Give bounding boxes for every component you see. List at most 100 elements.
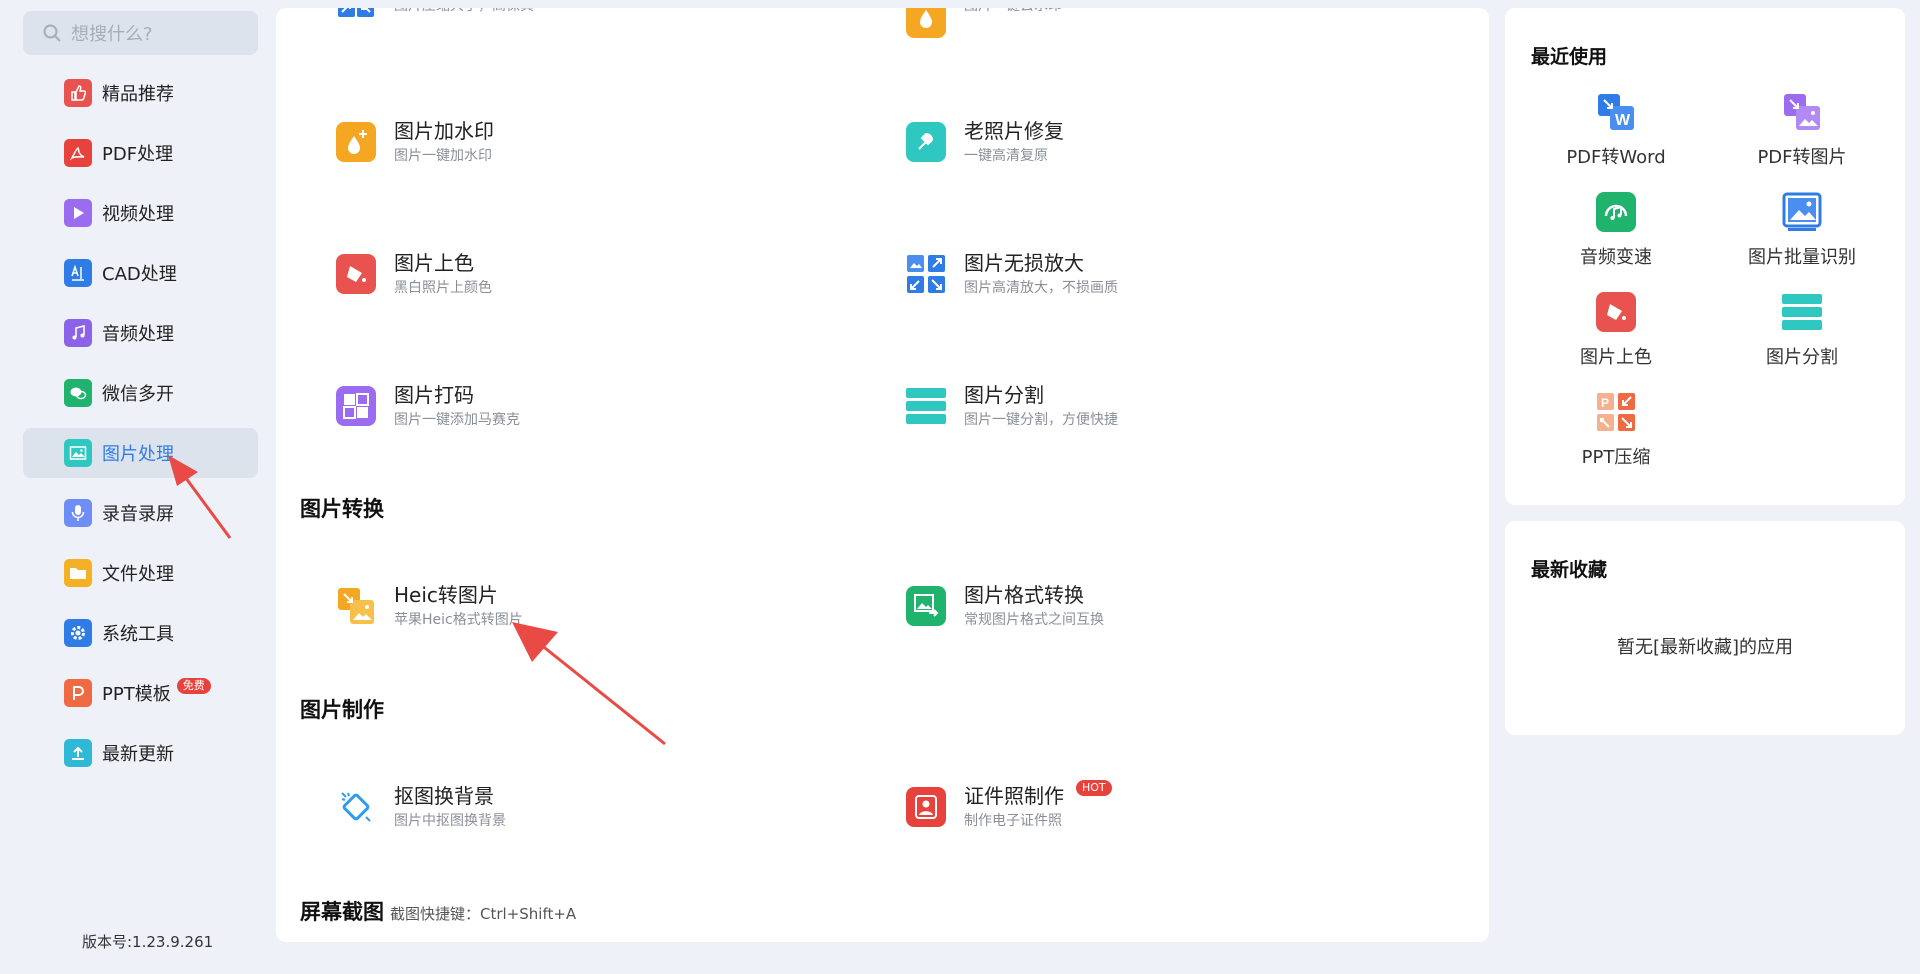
- tool-desc: 图片压缩大小，高保真: [394, 8, 534, 16]
- split-icon: [1782, 292, 1822, 332]
- recent-panel: 最近使用 W PDF转Word PDF转图片 音频变速 图片批量识别 图片上色: [1505, 8, 1905, 505]
- sidebar-item-file[interactable]: 文件处理: [23, 548, 258, 598]
- tool-desc: 图片中抠图换背景: [394, 813, 506, 829]
- sidebar-item-featured[interactable]: 精品推荐: [23, 68, 258, 118]
- recent-item-image-recognize[interactable]: 图片批量识别: [1712, 192, 1892, 269]
- pdf-to-image-icon: [1782, 92, 1822, 132]
- section-title-screenshot: 屏幕截图 截图快捷键：Ctrl+Shift+A: [300, 896, 576, 926]
- recent-title: 最近使用: [1531, 46, 1608, 68]
- sidebar-item-ppt[interactable]: PPT模板 免费: [23, 668, 258, 718]
- sidebar-item-wechat[interactable]: 微信多开: [23, 368, 258, 418]
- tool-id-photo[interactable]: 证件照制作 HOT 制作电子证件照: [906, 780, 1426, 847]
- recent-item-colorize[interactable]: 图片上色: [1526, 292, 1706, 369]
- section-title-convert: 图片转换: [300, 497, 384, 521]
- tool-image-compress[interactable]: 图片压缩大小，高保真: [336, 8, 856, 58]
- search-input[interactable]: 想搜什么?: [23, 11, 258, 55]
- tool-add-watermark[interactable]: 图片加水印 图片一键加水印: [336, 118, 856, 182]
- version-label: 版本号:1.23.9.261: [82, 933, 214, 951]
- recent-item-audio-speed[interactable]: 音频变速: [1526, 192, 1706, 269]
- screenshot-shortcut: 截图快捷键：Ctrl+Shift+A: [390, 905, 577, 923]
- tool-desc: 一键高清复原: [964, 148, 1048, 164]
- sidebar-item-updates[interactable]: 最新更新: [23, 728, 258, 778]
- sidebar-item-label: 视频处理: [102, 204, 174, 225]
- gear-icon: [64, 619, 92, 647]
- sidebar-item-label: CAD处理: [102, 264, 177, 285]
- search-icon: [43, 24, 61, 42]
- tool-name: 图片加水印: [394, 119, 494, 143]
- favorites-panel: 最新收藏 暂无[最新收藏]的应用: [1505, 521, 1905, 735]
- sidebar-item-label: 系统工具: [102, 624, 174, 645]
- recent-item-label: 图片上色: [1580, 347, 1652, 368]
- sidebar-item-system[interactable]: 系统工具: [23, 608, 258, 658]
- recent-item-label: 图片分割: [1766, 347, 1838, 368]
- sidebar-item-audio[interactable]: 音频处理: [23, 308, 258, 358]
- tool-photo-restore[interactable]: 老照片修复 一键高清复原: [906, 118, 1426, 182]
- sidebar: 想搜什么? 精品推荐 PDF处理 视频处理 CAD处理 音频处理 微信多开 图片…: [0, 0, 272, 974]
- svg-text:P: P: [1601, 396, 1609, 410]
- recent-item-split[interactable]: 图片分割: [1712, 292, 1892, 369]
- recent-item-label: PPT压缩: [1581, 447, 1651, 468]
- sidebar-item-image[interactable]: 图片处理: [23, 428, 258, 478]
- play-icon: [64, 199, 92, 227]
- tool-watermark-remove[interactable]: 图片一键去水印: [906, 8, 1426, 58]
- tool-mosaic[interactable]: 图片打码 图片一键添加马赛克: [336, 382, 856, 446]
- pdf-icon: [64, 139, 92, 167]
- image-icon: [64, 439, 92, 467]
- tool-cutout[interactable]: 抠图换背景 图片中抠图换背景: [336, 783, 856, 847]
- tool-name: 图片分割: [964, 383, 1044, 407]
- sidebar-item-label: 微信多开: [102, 384, 174, 405]
- tool-enlarge[interactable]: 图片无损放大 图片高清放大，不损画质: [906, 250, 1426, 314]
- paint-bucket-icon: [336, 254, 376, 294]
- watermark-remove-icon: [906, 8, 946, 38]
- favorites-empty-text: 暂无[最新收藏]的应用: [1616, 637, 1794, 658]
- tool-colorize[interactable]: 图片上色 黑白照片上颜色: [336, 250, 856, 314]
- tool-desc: 图片一键分割，方便快捷: [964, 412, 1118, 428]
- search-placeholder: 想搜什么?: [71, 24, 153, 45]
- recent-item-label: PDF转Word: [1566, 147, 1666, 168]
- tool-desc: 制作电子证件照: [964, 813, 1062, 829]
- photo-restore-icon: [906, 122, 946, 162]
- microphone-icon: [64, 499, 92, 527]
- sidebar-item-record[interactable]: 录音录屏: [23, 488, 258, 538]
- tool-heic-convert[interactable]: Heic转图片 苹果Heic格式转图片: [336, 582, 856, 646]
- tool-name: 证件照制作 HOT: [964, 780, 1112, 809]
- recent-item-pdf-to-word[interactable]: W PDF转Word: [1526, 92, 1706, 169]
- mosaic-icon: [336, 386, 376, 426]
- recent-item-pdf-to-image[interactable]: PDF转图片: [1712, 92, 1892, 169]
- tool-desc: 图片一键去水印: [964, 8, 1062, 16]
- pdf-to-word-icon: W: [1596, 92, 1636, 132]
- enlarge-icon: [906, 254, 946, 294]
- cutout-icon: [336, 787, 376, 827]
- ppt-compress-icon: P: [1596, 392, 1636, 432]
- sidebar-item-video[interactable]: 视频处理: [23, 188, 258, 238]
- tool-name: 图片格式转换: [964, 583, 1084, 607]
- favorites-title: 最新收藏: [1531, 559, 1608, 581]
- folder-icon: [64, 559, 92, 587]
- recent-item-label: PDF转图片: [1757, 147, 1847, 168]
- main-panel: 图片压缩大小，高保真 图片一键去水印 图片加水印 图片一键加水印 老照片修复 一…: [276, 8, 1489, 942]
- hot-badge: HOT: [1076, 780, 1112, 796]
- recent-item-ppt-compress[interactable]: P PPT压缩: [1526, 392, 1706, 469]
- sidebar-item-label: 音频处理: [102, 324, 174, 345]
- tool-split[interactable]: 图片分割 图片一键分割，方便快捷: [906, 382, 1426, 446]
- section-title-make: 图片制作: [300, 698, 384, 722]
- section-title-text: 屏幕截图: [300, 900, 384, 924]
- tool-desc: 苹果Heic格式转图片: [394, 612, 523, 628]
- tool-name-text: 证件照制作: [964, 784, 1064, 808]
- wechat-icon: [64, 379, 92, 407]
- tool-format-convert[interactable]: 图片格式转换 常规图片格式之间互换: [906, 582, 1426, 646]
- tool-name: 图片上色: [394, 251, 474, 275]
- tool-name: 抠图换背景: [394, 784, 494, 808]
- svg-text:W: W: [1615, 112, 1631, 129]
- ppt-icon: [64, 679, 92, 707]
- sidebar-item-cad[interactable]: CAD处理: [23, 248, 258, 298]
- tool-desc: 常规图片格式之间互换: [964, 612, 1104, 628]
- sidebar-item-pdf[interactable]: PDF处理: [23, 128, 258, 178]
- tool-name: 图片打码: [394, 383, 474, 407]
- tool-name: Heic转图片: [394, 583, 498, 607]
- compress-icon: [336, 8, 376, 38]
- thumbs-up-icon: [64, 79, 92, 107]
- sidebar-item-label: 文件处理: [102, 564, 174, 585]
- music-note-icon: [64, 319, 92, 347]
- tool-desc: 图片一键添加马赛克: [394, 412, 520, 428]
